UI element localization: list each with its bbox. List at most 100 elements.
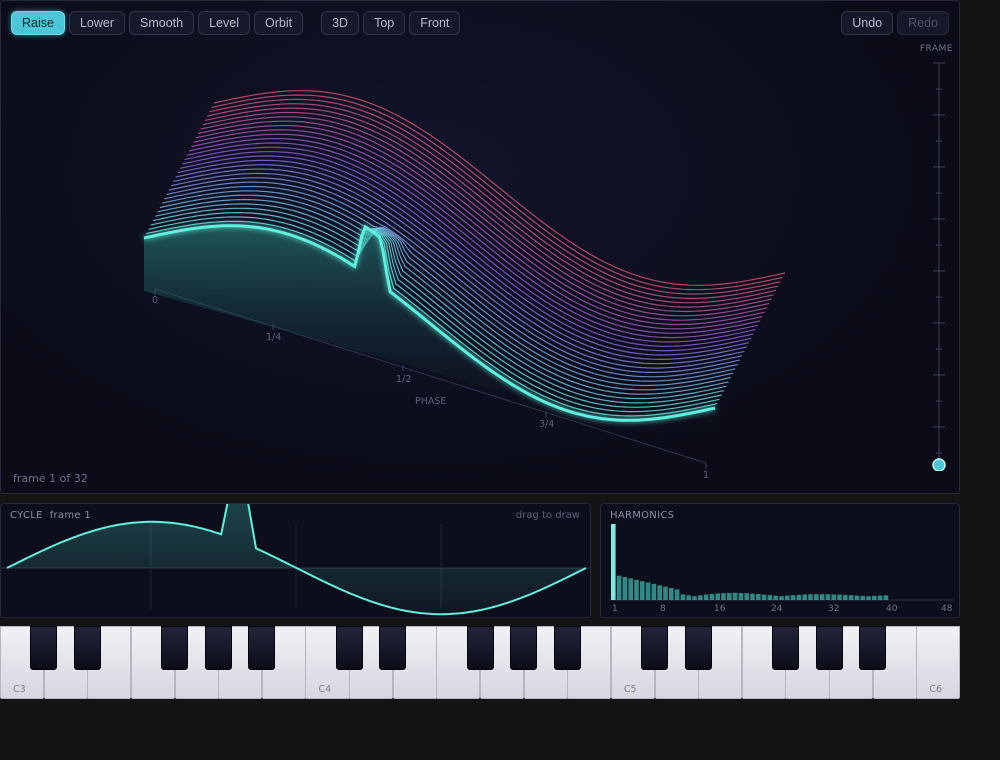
harmonic-label-24: 24 [771,604,783,614]
frame-status-text: frame 1 of 32 [13,472,88,485]
phase-tick-three-quarter: 3/4 [539,419,555,430]
harmonic-bar-3 [622,577,628,600]
white-key[interactable]: C6 [916,626,961,699]
harmonic-bar-12 [674,589,680,600]
black-key[interactable] [248,626,276,670]
harmonic-bar-13 [680,594,686,600]
wavetable-3d-view[interactable]: Raise Lower Smooth Level Orbit 3D Top Fr… [0,0,960,494]
harmonic-bar-15 [692,596,697,600]
harmonic-bar-16 [698,595,703,600]
harmonic-bar-30 [779,596,784,600]
octave-label: C4 [318,684,332,695]
harmonic-bar-4 [628,578,633,600]
harmonic-bar-10 [663,586,668,600]
black-key[interactable] [379,626,407,670]
harmonic-bar-8 [651,583,657,600]
harmonic-bar-33 [796,594,802,600]
harmonic-bar-2 [616,575,622,600]
harmonic-bar-43 [854,595,860,600]
harmonic-bar-41 [843,594,848,600]
black-key[interactable] [684,626,712,670]
harmonic-label-40: 40 [886,604,898,614]
phase-tick-0: 0 [152,295,159,306]
undo-button[interactable]: Undo [841,11,894,35]
cycle-waveform-canvas[interactable] [1,504,591,618]
cycle-title: CYCLE frame 1 [10,510,91,521]
level-button[interactable]: Level [198,11,250,35]
harmonic-label-16: 16 [714,604,726,614]
harmonic-bar-9 [657,585,662,600]
edit-toolbar: Raise Lower Smooth Level Orbit 3D Top Fr… [11,11,461,35]
view-top-button[interactable]: Top [363,11,406,35]
frame-slider-label: FRAME [919,44,953,54]
harmonic-bar-46 [872,595,877,600]
black-key[interactable] [73,626,101,670]
phase-tick-quarter: 1/4 [266,332,282,343]
cycle-editor-panel[interactable]: CYCLE frame 1 drag to draw [0,503,591,618]
raise-button[interactable]: Raise [11,11,65,35]
cycle-frame-label: frame 1 [49,510,92,521]
black-key[interactable] [815,626,843,670]
harmonic-bar-14 [686,595,691,600]
harmonic-bar-6 [640,581,645,600]
redo-button[interactable]: Redo [897,11,949,35]
black-key[interactable] [859,626,887,670]
black-key[interactable] [161,626,189,670]
harmonic-bar-48 [883,595,889,600]
phase-tick-half: 1/2 [396,374,412,385]
phase-axis-label: PHASE [415,396,447,407]
frame-slider[interactable] [929,61,949,471]
harmonic-bar-40 [837,594,842,600]
harmonic-bar-39 [831,594,836,600]
black-key[interactable] [510,626,538,670]
harmonic-bar-26 [756,594,761,600]
black-key[interactable] [771,626,799,670]
harmonic-label-1: 1 [612,604,618,614]
harmonic-bar-19 [715,593,720,600]
harmonic-bar-32 [790,595,796,600]
harmonic-bar-44 [860,595,865,600]
orbit-button[interactable]: Orbit [254,11,304,35]
view-3d-button[interactable]: 3D [321,11,360,35]
black-key[interactable] [204,626,232,670]
harmonic-bar-35 [808,594,813,600]
harmonic-bar-29 [773,595,778,600]
harmonic-bar-7 [645,582,651,600]
lower-button[interactable]: Lower [68,11,126,35]
harmonic-bar-42 [848,595,854,600]
harmonic-bar-31 [785,595,790,600]
harmonics-title: HARMONICS [610,510,675,521]
harmonic-bar-37 [819,594,825,600]
wavetable-3d-canvas[interactable] [1,1,960,494]
harmonics-panel: HARMONICS 1 8 16 24 32 40 48 [600,503,960,618]
harmonic-label-8: 8 [660,604,666,614]
harmonic-bar-34 [802,594,807,600]
piano-keyboard[interactable]: C3 C4 C5 C6 [0,626,961,700]
harmonic-bar-28 [767,595,773,600]
octave-label: C5 [623,684,637,695]
black-key[interactable] [641,626,669,670]
harmonic-bar-27 [761,594,767,600]
black-key[interactable] [30,626,58,670]
black-key[interactable] [553,626,581,670]
draw-hint: drag to draw [515,510,580,521]
harmonic-bar-17 [703,594,709,600]
octave-label: C3 [13,684,26,695]
harmonic-bar-25 [750,593,755,600]
harmonics-bars[interactable] [601,504,960,618]
harmonic-bar-11 [669,588,674,600]
harmonic-bar-36 [814,594,819,600]
harmonic-bar-24 [744,593,749,600]
harmonic-bar-1 [611,524,616,600]
harmonic-bar-23 [738,593,744,600]
harmonic-bar-47 [877,595,883,600]
octave-label: C6 [929,684,943,695]
harmonic-label-48: 48 [941,604,953,614]
smooth-button[interactable]: Smooth [129,11,195,35]
harmonic-bar-45 [866,596,871,600]
view-front-button[interactable]: Front [409,11,461,35]
black-key[interactable] [335,626,363,670]
black-key[interactable] [466,626,494,670]
harmonic-bar-18 [709,593,715,600]
